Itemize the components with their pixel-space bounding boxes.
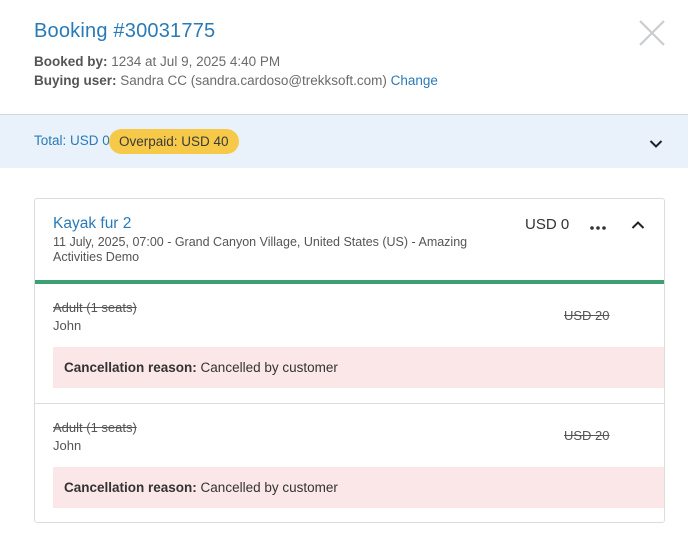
- cancellation-notice: Cancellation reason: Cancelled by custom…: [53, 347, 664, 388]
- participant-name: John: [53, 438, 82, 453]
- row-divider: [35, 403, 664, 404]
- status-bar: [35, 280, 664, 284]
- ticket-price: USD 20: [564, 428, 610, 443]
- activity-title-link[interactable]: Kayak fur 2: [53, 215, 131, 233]
- cancellation-label: Cancellation reason:: [64, 480, 197, 495]
- change-user-link[interactable]: Change: [391, 73, 438, 88]
- cancellation-notice: Cancellation reason: Cancelled by custom…: [53, 467, 664, 508]
- buying-user-label: Buying user:: [34, 73, 117, 88]
- cancellation-reason: Cancelled by customer: [196, 480, 338, 495]
- booking-title: Booking #30031775: [34, 20, 216, 42]
- totals-bar[interactable]: Total: USD 0: [0, 115, 688, 168]
- chevron-up-icon[interactable]: [631, 217, 645, 229]
- chevron-down-icon[interactable]: [649, 136, 663, 148]
- buying-user-value: Sandra CC (sandra.cardoso@trekksoft.com): [116, 73, 391, 88]
- participant-name: John: [53, 318, 82, 333]
- overpaid-badge: Overpaid: USD 40: [109, 129, 239, 154]
- more-horizontal-icon[interactable]: [588, 220, 608, 234]
- booking-meta: Booked by: 1234 at Jul 9, 2025 4:40 PM B…: [34, 52, 674, 90]
- item-price: USD 0: [525, 216, 570, 233]
- cancellation-label: Cancellation reason:: [64, 360, 197, 375]
- buying-user-line: Buying user: Sandra CC (sandra.cardoso@t…: [34, 71, 674, 90]
- activity-details: 11 July, 2025, 07:00 - Grand Canyon Vill…: [53, 235, 468, 264]
- booking-header: Booking #30031775 Booked by: 1234 at Jul…: [34, 20, 674, 100]
- ticket-label: Adult (1 seats): [53, 300, 137, 315]
- close-icon[interactable]: [638, 19, 666, 47]
- ticket-price: USD 20: [564, 308, 610, 323]
- booked-by-line: Booked by: 1234 at Jul 9, 2025 4:40 PM: [34, 52, 674, 71]
- booked-by-value: 1234 at Jul 9, 2025 4:40 PM: [107, 54, 281, 69]
- cancellation-reason: Cancelled by customer: [196, 360, 338, 375]
- booked-by-label: Booked by:: [34, 54, 108, 69]
- total-amount: Total: USD 0: [34, 133, 110, 148]
- ticket-label: Adult (1 seats): [53, 420, 137, 435]
